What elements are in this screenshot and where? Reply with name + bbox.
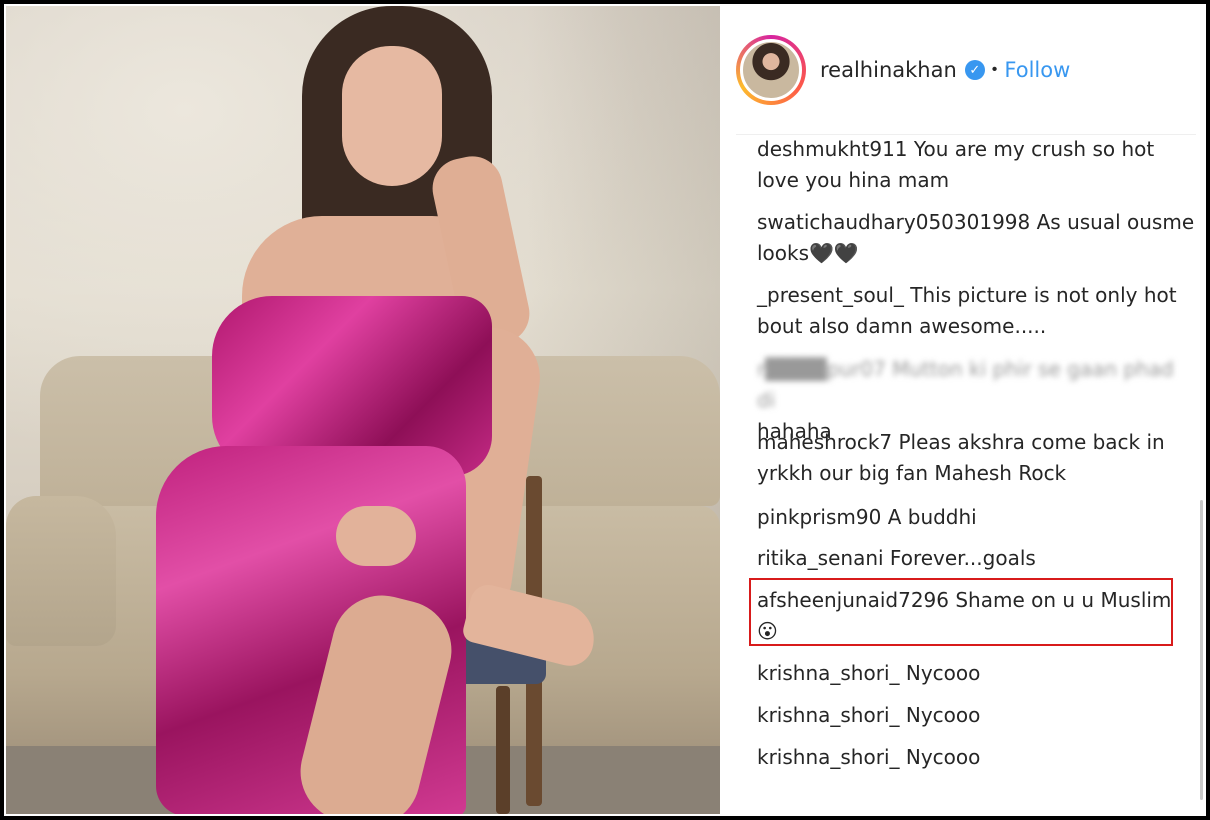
scrollbar[interactable]: [1200, 500, 1203, 800]
comment-username[interactable]: krishna_shori_: [757, 703, 900, 727]
sofa-arm: [6, 496, 116, 646]
comment-username[interactable]: ritika_senani: [757, 546, 884, 570]
comment-text-continued: love you hina mam: [757, 168, 950, 192]
comment-item: krishna_shori_ Nycooo: [757, 742, 1197, 773]
comment-item: deshmukht911 You are my crush so hot love…: [757, 134, 1197, 196]
comment-text: Nycooo: [905, 661, 981, 685]
verified-badge-icon: ✓: [964, 60, 985, 80]
comment-item: ritika_senani Forever...goals: [757, 543, 1197, 574]
follow-button[interactable]: Follow: [1004, 58, 1070, 82]
comment-username[interactable]: krishna_shori_: [757, 661, 900, 685]
avatar[interactable]: [740, 39, 802, 101]
comment-text: A buddhi: [887, 505, 977, 529]
comment-text-continued: looks🖤🖤: [757, 241, 859, 265]
comment-username[interactable]: pinkprism90: [757, 505, 881, 529]
comment-item: maheshrock7 Pleas akshra come back in yrk…: [757, 427, 1197, 489]
comment-username[interactable]: swatichaudhary050301998: [757, 210, 1030, 234]
comment-text-continued: bout also damn awesome.....: [757, 314, 1047, 338]
comment-text: Forever...goals: [889, 546, 1036, 570]
comment-text: Pleas akshra come back in: [898, 430, 1165, 454]
comment-username[interactable]: deshmukht911: [757, 137, 908, 161]
comment-item: krishna_shori_ Nycooo: [757, 658, 1197, 689]
comment-text: Nycooo: [905, 745, 981, 769]
comment-text: Nycooo: [905, 703, 981, 727]
comment-text-continued: yrkkh our big fan Mahesh Rock: [757, 461, 1067, 485]
comment-username[interactable]: krishna_shori_: [757, 745, 900, 769]
avatar-story-ring[interactable]: [736, 35, 806, 105]
comment-item: _present_soul_ This picture is not only …: [757, 280, 1197, 342]
post-photo[interactable]: [6, 6, 720, 814]
highlight-box: [749, 578, 1173, 646]
comment-text: This picture is not only hot: [910, 283, 1177, 307]
comment-text: You are my crush so hot: [913, 137, 1155, 161]
comment-item: swatichaudhary050301998 As usual ousme lo…: [757, 207, 1197, 269]
post-header: realhinakhan ✓ • Follow: [736, 20, 1196, 120]
comment-username[interactable]: maheshrock7: [757, 430, 892, 454]
chair-leg: [496, 686, 510, 814]
comment-item: krishna_shori_ Nycooo: [757, 700, 1197, 731]
face: [342, 46, 442, 186]
hand: [336, 506, 416, 566]
comment-text: As usual ousme: [1036, 210, 1195, 234]
username-link[interactable]: realhinakhan: [820, 58, 957, 82]
comment-item: pinkprism90 A buddhi: [757, 502, 1197, 533]
comment-username[interactable]: _present_soul_: [757, 283, 904, 307]
blurred-comment-line: r████pur07 Mutton ki phir se gaan phad d…: [757, 357, 1174, 412]
separator-dot: •: [991, 61, 998, 78]
